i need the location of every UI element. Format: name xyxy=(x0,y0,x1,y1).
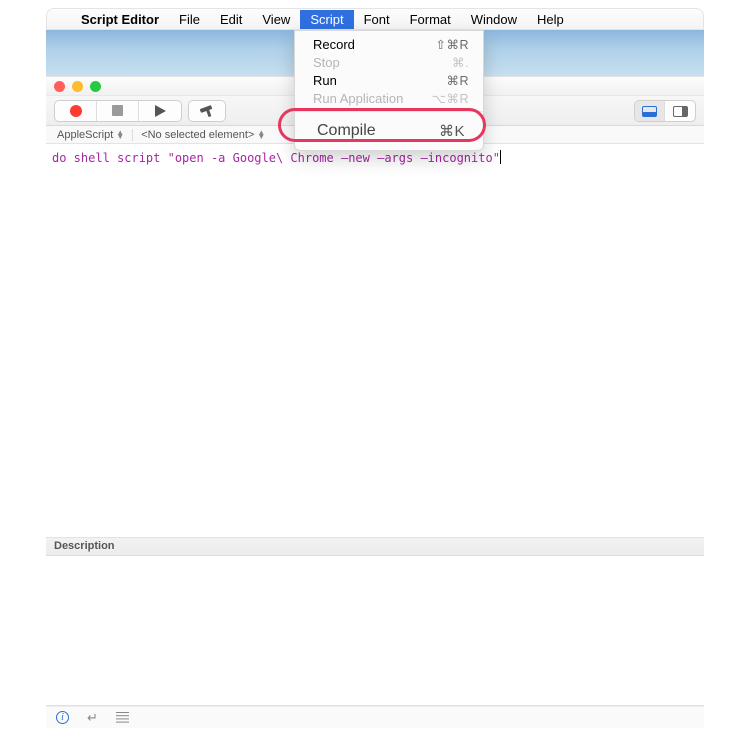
menuitem-label: Run Application xyxy=(313,91,403,106)
app-title[interactable]: Script Editor xyxy=(71,12,169,27)
menuitem-label: Compile xyxy=(317,122,376,140)
window-close-button[interactable] xyxy=(54,81,65,92)
stop-icon xyxy=(112,105,123,116)
language-popup[interactable]: AppleScript ▲▼ xyxy=(52,129,129,141)
compile-button[interactable] xyxy=(189,101,225,121)
language-label: AppleScript xyxy=(57,129,113,141)
script-content: do shell script "open -a Google\ Chrome … xyxy=(52,151,500,165)
bottom-panel-icon xyxy=(642,106,657,117)
menu-font[interactable]: Font xyxy=(354,10,400,29)
menuitem-shortcut: ⌘K xyxy=(439,122,465,140)
log-icon[interactable] xyxy=(116,712,129,723)
updown-arrows-icon: ▲▼ xyxy=(257,131,265,139)
menu-help[interactable]: Help xyxy=(527,10,574,29)
description-header[interactable]: Description xyxy=(46,538,704,556)
toggle-bottom-panel-button[interactable] xyxy=(635,101,665,121)
side-panel-icon xyxy=(673,106,688,117)
run-controls xyxy=(54,100,182,122)
menubar: Script Editor File Edit View Script Font… xyxy=(46,8,704,30)
script-editor-window: AppleScript ▲▼ <No selected element> ▲▼ … xyxy=(46,76,704,728)
menuitem-shortcut: ⌘R xyxy=(446,73,469,88)
divider xyxy=(132,129,133,141)
window-minimize-button[interactable] xyxy=(72,81,83,92)
menu-file[interactable]: File xyxy=(169,10,210,29)
menu-format[interactable]: Format xyxy=(400,10,461,29)
menuitem-stop: Stop ⌘. xyxy=(295,53,483,71)
menu-script[interactable]: Script xyxy=(300,10,353,29)
menuitem-run[interactable]: Run ⌘R xyxy=(295,71,483,89)
updown-arrows-icon: ▲▼ xyxy=(116,131,124,139)
menuitem-label: Run xyxy=(313,73,337,88)
menuitem-label: Record xyxy=(313,37,355,52)
description-textarea[interactable] xyxy=(46,556,704,706)
description-header-label: Description xyxy=(54,540,115,552)
menu-window[interactable]: Window xyxy=(461,10,527,29)
window-zoom-button[interactable] xyxy=(90,81,101,92)
menu-separator xyxy=(295,111,483,112)
script-menu-dropdown: Record ⇧⌘R Stop ⌘. Run ⌘R Run Applicatio… xyxy=(294,30,484,151)
menuitem-compile[interactable]: Compile ⌘K xyxy=(295,116,483,146)
play-icon xyxy=(155,105,166,117)
hammer-icon xyxy=(200,104,214,118)
element-label: <No selected element> xyxy=(141,129,254,141)
menuitem-run-application: Run Application ⌥⌘R xyxy=(295,89,483,107)
menuitem-shortcut: ⌥⌘R xyxy=(432,91,469,106)
record-button[interactable] xyxy=(55,101,97,121)
compile-controls xyxy=(188,100,226,122)
result-icon[interactable]: ↵ xyxy=(87,710,98,726)
text-cursor xyxy=(500,150,501,164)
menuitem-shortcut: ⇧⌘R xyxy=(435,37,469,52)
stop-button[interactable] xyxy=(97,101,139,121)
element-popup[interactable]: <No selected element> ▲▼ xyxy=(136,129,270,141)
menu-edit[interactable]: Edit xyxy=(210,10,252,29)
menuitem-shortcut: ⌘. xyxy=(452,55,469,70)
toggle-side-panel-button[interactable] xyxy=(665,101,695,121)
record-icon xyxy=(70,105,82,117)
menu-view[interactable]: View xyxy=(252,10,300,29)
menuitem-record[interactable]: Record ⇧⌘R xyxy=(295,35,483,53)
menuitem-label: Stop xyxy=(313,55,340,70)
info-icon[interactable]: i xyxy=(56,711,69,724)
run-button[interactable] xyxy=(139,101,181,121)
panel-toggles xyxy=(634,100,696,122)
script-editor-textarea[interactable]: do shell script "open -a Google\ Chrome … xyxy=(46,144,704,538)
status-bar: i ↵ xyxy=(46,706,704,728)
